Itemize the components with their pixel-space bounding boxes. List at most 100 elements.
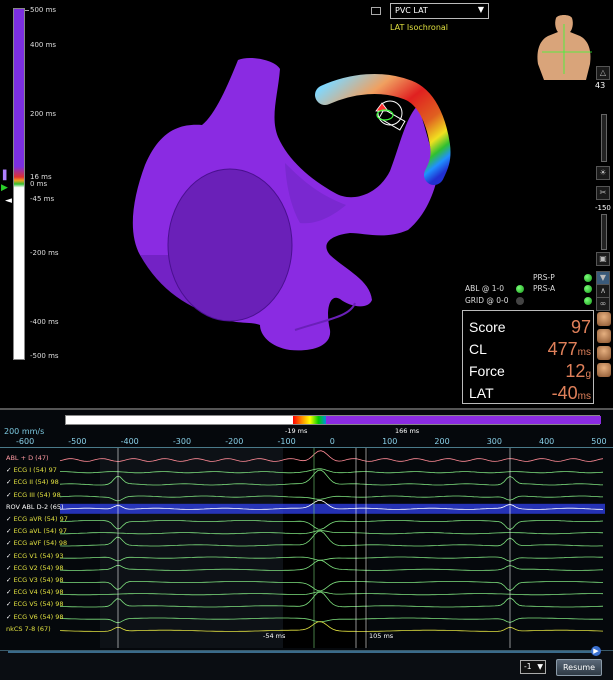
background-window: [100, 448, 283, 648]
time-tick-label: -100: [277, 437, 296, 446]
clip-value: -150: [595, 204, 611, 212]
play-icon[interactable]: ▶: [591, 646, 601, 656]
channel-checkmark-icon[interactable]: ✓: [6, 564, 11, 572]
lat-label-400: 400 ms: [30, 41, 57, 49]
channel-checkmark-icon[interactable]: ✓: [6, 576, 11, 584]
egm-traces[interactable]: [0, 448, 613, 648]
channel-label-text: ROV ABL D-2 (65): [6, 502, 64, 511]
abl-status-dot: [516, 285, 524, 293]
time-tick-label: 0: [329, 437, 335, 446]
channel-label[interactable]: ✓ ECG III (54) 98: [6, 491, 61, 499]
lock-icon[interactable]: ▣: [596, 252, 610, 266]
zoom-icon[interactable]: △: [596, 66, 610, 80]
channel-label[interactable]: ✓ ECG V2 (54) 98: [6, 564, 64, 572]
orientation-torso-icon[interactable]: [532, 14, 596, 84]
resume-button[interactable]: Resume: [556, 659, 602, 676]
catheter-tip-icon[interactable]: ∞: [596, 297, 610, 311]
zoom-slider[interactable]: [601, 114, 607, 162]
upper-threshold-marker[interactable]: ▌: [3, 172, 10, 181]
score-value: 97: [570, 317, 591, 337]
time-tick-label: 300: [486, 437, 502, 446]
force-label: Force: [469, 363, 505, 379]
channel-label[interactable]: ✓ ECG II (54) 98: [6, 478, 59, 486]
clip-slider[interactable]: [601, 214, 607, 250]
channel-label[interactable]: ✓ ECG V3 (54) 98: [6, 576, 64, 584]
timeline-strip[interactable]: [65, 415, 601, 425]
chevron-down-icon: ▼: [477, 5, 484, 14]
map-subtitle: LAT Isochronal: [390, 23, 449, 32]
grid-label: GRID @ 0-0: [465, 296, 509, 305]
egm-scrollbar[interactable]: [8, 651, 596, 653]
anatomy-shell[interactable]: [120, 55, 460, 355]
channel-label[interactable]: ✓ ECG V5 (54) 98: [6, 600, 64, 608]
channel-label[interactable]: ✓ ECG V1 (54) 93: [6, 552, 64, 560]
egm-zoom-dropdown[interactable]: -1 ▼: [520, 660, 546, 674]
view-preset-1-icon[interactable]: [597, 312, 611, 326]
channel-label-text: ECG V4 (54) 98: [13, 588, 64, 597]
time-tick-label: -300: [172, 437, 192, 446]
chevron-down-icon: ▼: [537, 662, 543, 671]
map-selector-dropdown[interactable]: PVC LAT ▼: [390, 3, 489, 19]
prs-p-status-dot: [584, 274, 592, 282]
time-tick-label: 500: [591, 437, 607, 446]
map-list-icon[interactable]: [371, 7, 381, 15]
channel-checkmark-icon[interactable]: ✓: [6, 527, 11, 535]
channel-checkmark-icon[interactable]: ✓: [6, 478, 11, 486]
force-unit: g: [585, 369, 591, 380]
sweep-speed-label[interactable]: 200 mm/s: [4, 427, 44, 436]
lat-label-200: 200 ms: [30, 110, 57, 118]
channel-label[interactable]: ✓ ECG I (54) 97: [6, 466, 57, 474]
window-right-label: 166 ms: [395, 427, 420, 435]
channel-checkmark-icon[interactable]: ✓: [6, 600, 11, 608]
channel-checkmark-icon[interactable]: ✓: [6, 491, 11, 499]
extra-status-dot: [584, 297, 592, 305]
prs-a-status-dot: [584, 285, 592, 293]
lat-label-neg200: -200 ms: [30, 249, 59, 257]
lat-color-scale[interactable]: [13, 8, 25, 360]
channel-checkmark-icon[interactable]: ✓: [6, 552, 11, 560]
lat-label-neg500: -500 ms: [30, 352, 59, 360]
lower-threshold-marker[interactable]: ◄: [5, 197, 12, 206]
light-icon[interactable]: ☀: [596, 166, 610, 180]
score-label: Score: [469, 319, 506, 335]
channel-label-text: ECG V2 (54) 98: [13, 563, 64, 572]
channel-checkmark-icon[interactable]: ✓: [6, 539, 11, 547]
lat-label-500: 500 ms: [30, 6, 57, 14]
channel-label[interactable]: ABL + D (47): [6, 454, 49, 462]
lat-label-0: 0 ms: [30, 180, 48, 188]
channel-label[interactable]: nkCS 7-8 (67): [6, 625, 51, 633]
time-tick-label: -200: [225, 437, 244, 446]
channel-label-text: ECG V5 (54) 98: [13, 600, 64, 609]
channel-label-text: ECG III (54) 98: [13, 490, 61, 499]
force-value: 12: [565, 361, 586, 381]
catheter-dropdown-icon[interactable]: ▼: [596, 271, 610, 285]
map-selector-value: PVC LAT: [395, 6, 428, 15]
channel-label-text: ECG II (54) 98: [13, 478, 59, 487]
view-preset-3-icon[interactable]: [597, 346, 611, 360]
channel-label-text: ECG V1 (54) 93: [13, 551, 64, 560]
lat-label: LAT: [469, 385, 494, 401]
view-preset-4-icon[interactable]: [597, 363, 611, 377]
zero-marker[interactable]: ▶: [1, 184, 8, 193]
channel-checkmark-icon[interactable]: ✓: [6, 515, 11, 523]
view-preset-2-icon[interactable]: [597, 329, 611, 343]
channel-label[interactable]: ✓ ECG V6 (54) 98: [6, 613, 64, 621]
channel-label[interactable]: ✓ ECG aVL (54) 97: [6, 527, 67, 535]
channel-label[interactable]: ✓ ECG aVR (54) 97: [6, 515, 68, 523]
channel-label[interactable]: ROV ABL D-2 (65): [6, 503, 64, 511]
clip-icon[interactable]: ✂: [596, 186, 610, 200]
channel-label-text: ECG I (54) 97: [13, 466, 57, 475]
window-left-label: -19 ms: [285, 427, 308, 435]
catheter-view-icon[interactable]: ∧: [596, 284, 610, 298]
lat-label-neg400: -400 ms: [30, 318, 59, 326]
channel-checkmark-icon[interactable]: ✓: [6, 466, 11, 474]
channel-label[interactable]: ✓ ECG V4 (54) 98: [6, 588, 64, 596]
time-tick-label: 400: [539, 437, 555, 446]
measure-left-label: -54 ms: [263, 632, 286, 640]
channel-checkmark-icon[interactable]: ✓: [6, 613, 11, 621]
lat-unit: ms: [577, 391, 591, 402]
channel-label-text: ECG aVR (54) 97: [13, 515, 68, 523]
cl-label: CL: [469, 341, 487, 357]
channel-checkmark-icon[interactable]: ✓: [6, 588, 11, 596]
channel-label[interactable]: ✓ ECG aVF (54) 98: [6, 539, 67, 547]
